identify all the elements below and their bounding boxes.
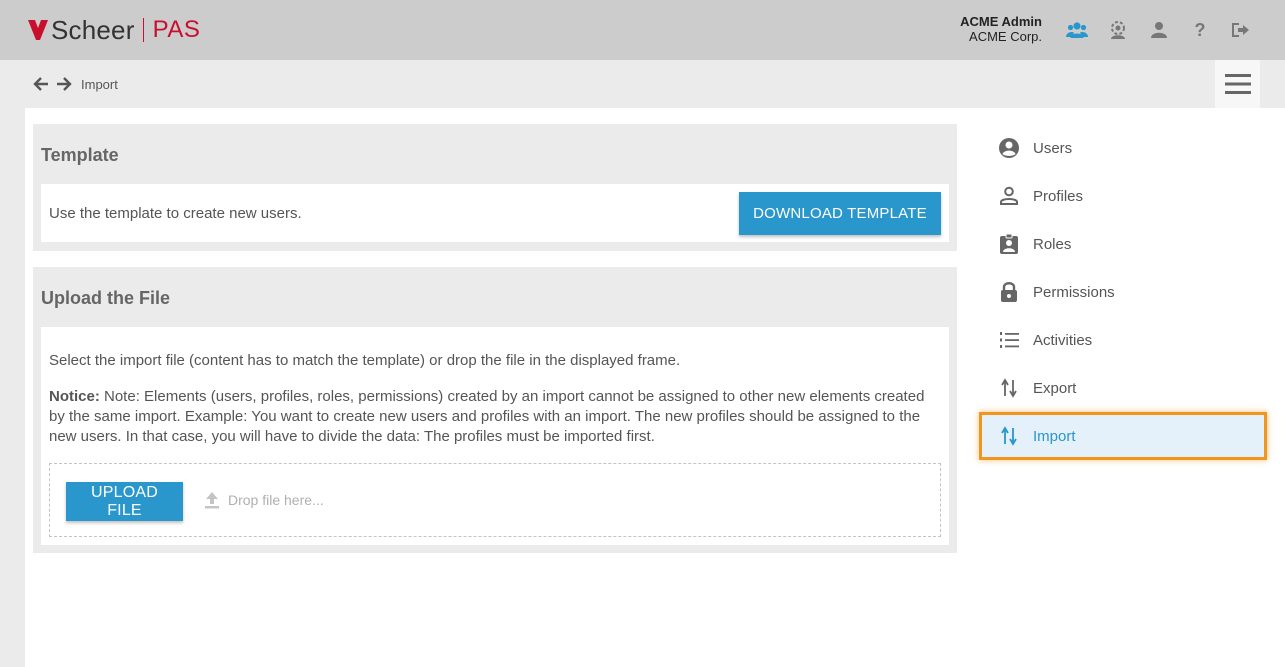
back-arrow-icon[interactable] [33,76,49,92]
settings-users-icon[interactable] [1107,20,1129,40]
swap-vert-icon [995,425,1023,447]
template-title: Template [41,145,119,165]
sidebar-item-import[interactable]: Import [995,414,1255,458]
forward-arrow-icon[interactable] [56,76,72,92]
logo-divider [142,18,144,42]
user-info: ACME Admin ACME Corp. [960,14,1042,45]
drop-zone[interactable]: UPLOAD FILE Drop file here... [49,463,941,537]
logout-icon[interactable] [1229,20,1251,40]
notice-text: Note: Elements (users, profiles, roles, … [49,388,925,445]
upload-panel: Upload the File Select the import file (… [33,267,957,553]
sidebar-item-export[interactable]: Export [995,366,1255,410]
user-icon[interactable] [1148,20,1170,40]
template-text: Use the template to create new users. [49,205,302,222]
notice-label: Notice: [49,388,100,405]
drop-hint: Drop file here... [204,491,324,509]
sidebar-item-roles[interactable]: Roles [995,222,1255,266]
sidebar-label-users: Users [1033,139,1073,157]
breadcrumb: Import [81,77,118,92]
list-numbered-icon [995,329,1023,351]
top-bar: Scheer PAS ACME Admin ACME Corp. ? [0,0,1285,60]
lock-icon [995,281,1023,303]
scheer-pas-logo[interactable]: Scheer PAS [27,16,200,44]
upload-notice: Notice: Note: Elements (users, profiles,… [49,387,939,447]
template-panel: Template Use the template to create new … [33,124,957,251]
product-name: PAS [152,16,201,43]
hamburger-icon [1224,74,1251,94]
users-group-icon[interactable] [1066,20,1088,40]
upload-file-button[interactable]: UPLOAD FILE [66,482,183,521]
template-body: Use the template to create new users. DO… [41,184,949,242]
help-icon[interactable]: ? [1189,20,1211,40]
user-org: ACME Corp. [969,29,1042,44]
sidebar-label-import: Import [1033,427,1076,445]
sidebar-item-profiles[interactable]: Profiles [995,174,1255,218]
sidebar-label-permissions: Permissions [1033,283,1115,301]
sidebar-label-roles: Roles [1033,235,1072,253]
upload-body: Select the import file (content has to m… [41,327,949,545]
scheer-logo-icon [28,20,48,40]
sidebar-label-activities: Activities [1033,331,1093,349]
download-template-button[interactable]: DOWNLOAD TEMPLATE [739,192,941,235]
upload-icon [205,492,219,509]
person-outline-icon [995,185,1023,207]
hamburger-menu-button[interactable] [1215,60,1260,108]
breadcrumb-bar [0,60,1285,108]
sidebar-label-export: Export [1033,379,1077,397]
swap-vert-icon [995,377,1023,399]
brand-name: Scheer [51,15,135,45]
account-circle-icon [995,137,1023,159]
sidebar-item-users[interactable]: Users [995,126,1255,170]
sidebar-item-permissions[interactable]: Permissions [995,270,1255,314]
sidebar-label-profiles: Profiles [1033,187,1084,205]
assignment-ind-icon [995,233,1023,255]
drop-hint-text: Drop file here... [228,492,324,508]
sidebar-item-activities[interactable]: Activities [995,318,1255,362]
user-name: ACME Admin [960,14,1042,29]
upload-intro: Select the import file (content has to m… [49,352,681,369]
upload-title: Upload the File [41,288,171,308]
